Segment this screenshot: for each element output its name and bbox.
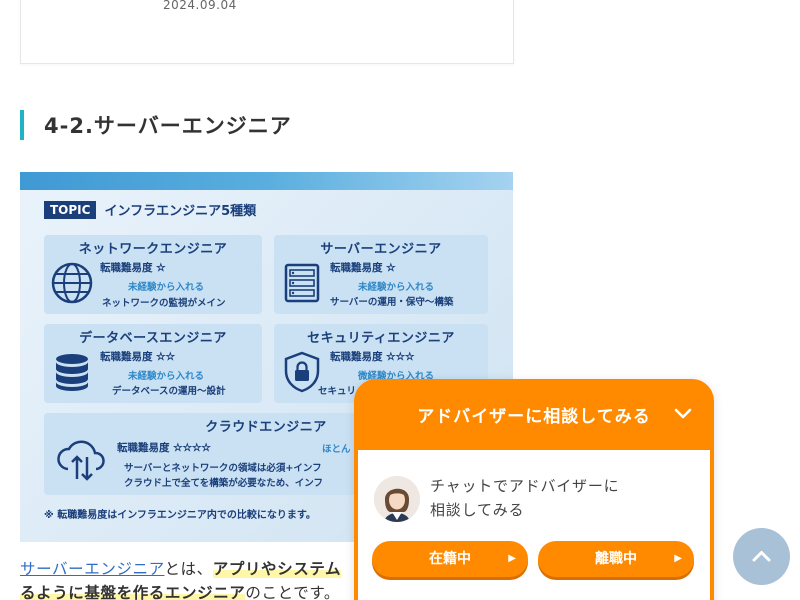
paragraph-text: とは、 bbox=[164, 560, 213, 578]
globe-icon bbox=[51, 262, 93, 304]
infographic-note: ※ 転職難易度はインフラエンジニア内での比較になります。 bbox=[44, 510, 316, 521]
employed-button[interactable]: 在籍中 ▶ bbox=[372, 541, 528, 577]
difficulty-row: 転職難易度 ☆☆☆ bbox=[330, 351, 415, 364]
cloud-icon bbox=[57, 440, 105, 481]
experience-text: 未経験から入れる bbox=[128, 371, 205, 382]
description-text: ネットワークの監視がメイン bbox=[102, 298, 226, 309]
description-text: セキュリ bbox=[318, 386, 357, 397]
difficulty-row: 転職難易度 ☆ bbox=[330, 262, 396, 275]
box-title: セキュリティエンジニア bbox=[307, 331, 455, 346]
advisor-avatar bbox=[374, 476, 420, 522]
chevron-down-icon[interactable] bbox=[670, 401, 696, 427]
server-engineer-box: サーバーエンジニア 転職難易度 ☆ 未経験から入れる サーバーの運用・保守〜構築 bbox=[274, 235, 488, 314]
chevron-up-icon bbox=[752, 551, 771, 562]
arrow-right-icon: ▶ bbox=[674, 553, 682, 564]
arrow-right-icon: ▶ bbox=[508, 553, 516, 564]
topic-title: インフラエンジニア5種類 bbox=[104, 204, 257, 219]
description-text: データベースの運用〜設計 bbox=[112, 386, 226, 397]
body-paragraph: サーバーエンジニアとは、アプリやシステム るように基盤を作るエンジニアのことです… bbox=[20, 557, 360, 600]
heading-accent-bar bbox=[20, 110, 24, 140]
difficulty-row: 転職難易度 ☆ bbox=[100, 262, 166, 275]
highlight-text-2: るように基盤を作るエンジニア bbox=[20, 584, 246, 600]
section-heading: 4-2.サーバーエンジニア bbox=[20, 110, 292, 140]
previous-article-card[interactable]: 2024.09.04 bbox=[20, 0, 514, 64]
left-job-button-label: 離職中 bbox=[595, 551, 637, 567]
server-icon bbox=[284, 263, 320, 303]
database-icon bbox=[56, 354, 88, 391]
left-job-button[interactable]: 離職中 ▶ bbox=[538, 541, 694, 577]
difficulty-row: 転職難易度 ☆☆ bbox=[100, 351, 175, 364]
highlight-text: アプリやシステム bbox=[212, 560, 342, 578]
difficulty-row: 転職難易度 ☆☆☆☆ bbox=[117, 442, 211, 455]
topic-badge: TOPIC bbox=[44, 200, 97, 219]
chat-message-line-2: 相談してみる bbox=[430, 501, 525, 519]
description-text: サーバーとネットワークの領域は必須+インフ bbox=[124, 463, 322, 474]
chat-body: チャットでアドバイザーに 相談してみる 在籍中 ▶ 離職中 ▶ bbox=[354, 450, 714, 600]
database-engineer-box: データベースエンジニア 転職難易度 ☆☆ 未経験から入れる データベースの運用〜… bbox=[44, 324, 262, 403]
chat-title: アドバイザーに相談してみる bbox=[417, 407, 651, 427]
experience-text: 未経験から入れる bbox=[358, 282, 435, 293]
experience-text: 未経験から入れる bbox=[128, 282, 205, 293]
chat-message-line-1: チャットでアドバイザーに bbox=[430, 477, 620, 495]
box-title: サーバーエンジニア bbox=[320, 242, 442, 257]
article-date: 2024.09.04 bbox=[163, 0, 237, 12]
network-engineer-box: ネットワークエンジニア 転職難易度 ☆ 未経験から入れる ネットワークの監視がメ… bbox=[44, 235, 262, 314]
box-title: ネットワークエンジニア bbox=[78, 242, 228, 257]
box-title: データベースエンジニア bbox=[79, 331, 227, 346]
description-text-2: クラウド上で全てを構築が必要なため、インフ bbox=[124, 478, 324, 489]
back-to-top-button[interactable] bbox=[733, 528, 790, 585]
chat-message: チャットでアドバイザーに 相談してみる bbox=[430, 474, 619, 522]
advisor-chat-widget: アドバイザーに相談してみる チャットでアドバイザーに 相談してみる 在籍中 ▶ … bbox=[354, 379, 714, 600]
employed-button-label: 在籍中 bbox=[429, 551, 471, 567]
paragraph-text-end: のことです。 bbox=[245, 584, 340, 600]
heading-text: 4-2.サーバーエンジニア bbox=[44, 114, 292, 138]
description-text: サーバーの運用・保守〜構築 bbox=[330, 297, 454, 308]
server-engineer-link[interactable]: サーバーエンジニア bbox=[20, 560, 164, 578]
experience-text: ほとん bbox=[322, 444, 351, 455]
infographic-top-band bbox=[20, 172, 513, 190]
chat-header[interactable]: アドバイザーに相談してみる bbox=[354, 379, 714, 450]
topic-row: TOPIC インフラエンジニア5種類 bbox=[44, 200, 256, 219]
